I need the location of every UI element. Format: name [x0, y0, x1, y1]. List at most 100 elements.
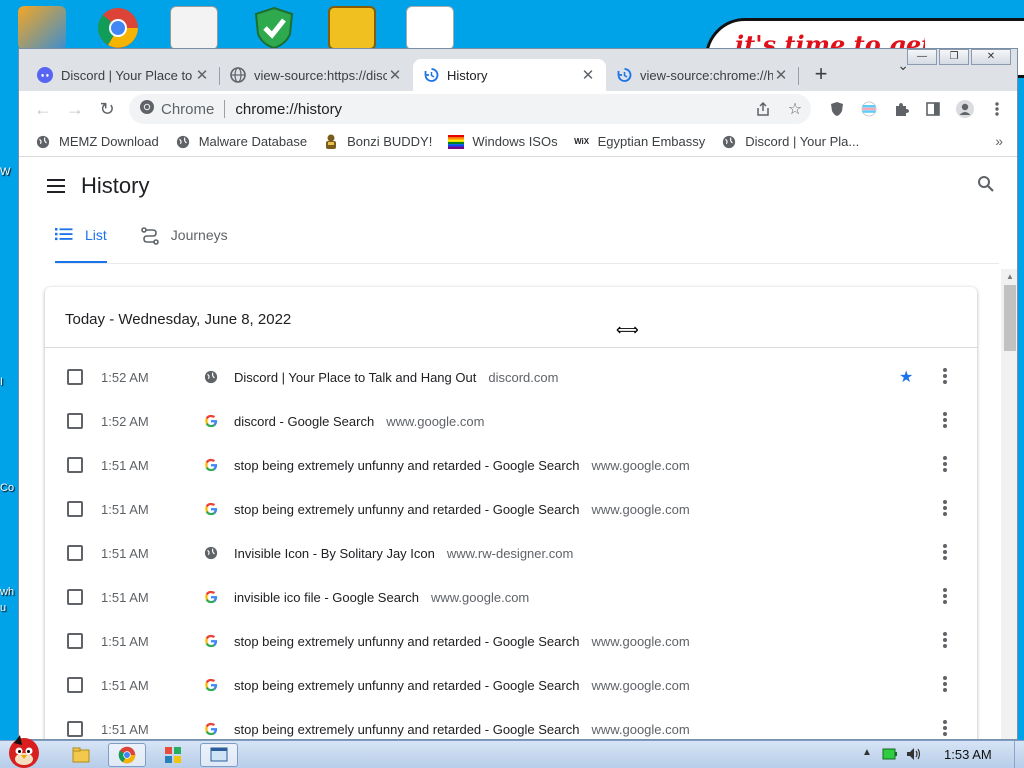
tab-close-icon[interactable]: ✕	[580, 66, 596, 84]
row-actions-menu-icon[interactable]	[943, 456, 947, 474]
bookmark-egyptian-embassy[interactable]: WiX Egyptian Embassy	[574, 134, 705, 150]
bookmarks-overflow-button[interactable]: »	[995, 133, 1003, 149]
history-entry-link[interactable]: stop being extremely unfunny and retarde…	[234, 458, 690, 473]
tray-expand-button[interactable]: ▲	[862, 747, 872, 758]
google-favicon-icon	[203, 457, 219, 473]
desktop-icon-folder[interactable]	[18, 6, 66, 50]
profile-avatar-icon[interactable]	[949, 93, 981, 125]
bookmark-star-icon[interactable]: ☆	[779, 99, 811, 119]
desktop-icon-shield[interactable]	[250, 6, 298, 50]
bookmark-memz-download[interactable]: MEMZ Download	[35, 134, 159, 150]
extensions-puzzle-icon[interactable]	[885, 93, 917, 125]
chrome-menu-icon[interactable]	[981, 93, 1013, 125]
history-row[interactable]: 1:51 AM stop being extremely unfunny and …	[45, 619, 977, 663]
flag-extension-icon[interactable]	[853, 93, 885, 125]
history-row[interactable]: 1:51 AM stop being extremely unfunny and …	[45, 707, 977, 739]
tab-discord[interactable]: Discord | Your Place to Talk and Hang Ou…	[27, 59, 220, 91]
bookmark-malware-database[interactable]: Malware Database	[175, 134, 307, 150]
volume-icon[interactable]	[906, 747, 922, 761]
tab-title: view-source:chrome://history	[640, 67, 773, 83]
history-entry-link[interactable]: Invisible Icon - By Solitary Jay Icon www…	[234, 546, 573, 561]
taskbar-explorer-icon[interactable]	[62, 743, 100, 767]
entry-domain: www.google.com	[591, 457, 690, 473]
start-button[interactable]	[2, 733, 48, 768]
battery-icon[interactable]	[882, 747, 898, 761]
tab-close-icon[interactable]: ✕	[773, 66, 789, 84]
side-panel-icon[interactable]	[917, 93, 949, 125]
taskbar-window-icon[interactable]	[200, 743, 238, 767]
history-row[interactable]: 1:51 AM stop being extremely unfunny and …	[45, 487, 977, 531]
history-entry-link[interactable]: stop being extremely unfunny and retarde…	[234, 502, 690, 517]
desktop-icon-bad-piggies[interactable]	[328, 6, 376, 50]
row-checkbox[interactable]	[67, 721, 83, 737]
show-desktop-button[interactable]	[1014, 741, 1024, 768]
taskbar-clock[interactable]: 1:53 AM	[944, 747, 992, 762]
bookmarked-star-icon[interactable]: ★	[899, 367, 913, 387]
history-row[interactable]: 1:51 AM invisible ico file - Google Searc…	[45, 575, 977, 619]
history-entry-link[interactable]: discord - Google Search www.google.com	[234, 414, 484, 429]
history-row[interactable]: 1:51 AM stop being extremely unfunny and …	[45, 443, 977, 487]
desktop-icon-solitaire[interactable]	[170, 6, 218, 50]
discord-icon	[37, 67, 53, 83]
row-checkbox[interactable]	[67, 457, 83, 473]
tab-close-icon[interactable]: ✕	[194, 66, 210, 84]
menu-hamburger-icon[interactable]	[47, 179, 65, 197]
tab-view-source-discord[interactable]: view-source:https://discord.com ✕	[220, 59, 413, 91]
history-entry-link[interactable]: Discord | Your Place to Talk and Hang Ou…	[234, 370, 558, 385]
desktop-icon-chrome[interactable]	[94, 6, 142, 50]
row-actions-menu-icon[interactable]	[943, 676, 947, 694]
history-row[interactable]: 1:52 AM discord - Google Search www.google…	[45, 399, 977, 443]
row-checkbox[interactable]	[67, 501, 83, 517]
history-entry-link[interactable]: stop being extremely unfunny and retarde…	[234, 678, 690, 693]
row-actions-menu-icon[interactable]	[943, 544, 947, 562]
history-row[interactable]: 1:51 AM Invisible Icon - By Solitary Jay …	[45, 531, 977, 575]
ublock-shield-icon[interactable]	[821, 93, 853, 125]
address-bar[interactable]: Chrome chrome://history ☆	[129, 94, 811, 124]
globe-icon	[203, 545, 219, 561]
row-checkbox[interactable]	[67, 545, 83, 561]
row-checkbox[interactable]	[67, 369, 83, 385]
row-checkbox[interactable]	[67, 589, 83, 605]
history-row[interactable]: 1:51 AM stop being extremely unfunny and …	[45, 663, 977, 707]
row-actions-menu-icon[interactable]	[943, 412, 947, 430]
bookmark-label: Malware Database	[198, 134, 308, 149]
desktop-icon-document[interactable]	[406, 6, 454, 50]
tab-close-icon[interactable]: ✕	[387, 66, 403, 84]
history-entry-link[interactable]: stop being extremely unfunny and retarde…	[234, 634, 690, 649]
bookmark-bonzi-buddy[interactable]: Bonzi BUDDY!	[323, 134, 432, 150]
browser-toolbar: ← → ↻ Chrome chrome://history ☆	[19, 91, 1017, 127]
tab-list[interactable]: List	[55, 221, 107, 263]
row-actions-menu-icon[interactable]	[943, 588, 947, 606]
google-favicon-icon	[203, 633, 219, 649]
tab-view-source-history[interactable]: view-source:chrome://history ✕	[606, 59, 799, 91]
row-checkbox[interactable]	[67, 413, 83, 429]
url-text[interactable]: chrome://history	[235, 101, 747, 118]
taskbar-chrome-icon[interactable]	[108, 743, 146, 767]
tab-journeys[interactable]: Journeys	[140, 221, 228, 263]
bookmark-windows-isos[interactable]: Windows ISOs	[448, 134, 558, 150]
forward-button[interactable]: →	[59, 93, 91, 125]
reload-button[interactable]: ↻	[91, 93, 123, 125]
tab-history[interactable]: History ✕	[413, 59, 606, 91]
tab-search-button[interactable]: ⌄	[897, 57, 909, 74]
new-tab-button[interactable]: +	[803, 59, 839, 91]
row-actions-menu-icon[interactable]	[943, 368, 947, 386]
row-checkbox[interactable]	[67, 677, 83, 693]
history-entry-link[interactable]: stop being extremely unfunny and retarde…	[234, 722, 690, 737]
search-icon[interactable]	[977, 175, 995, 198]
row-checkbox[interactable]	[67, 633, 83, 649]
row-actions-menu-icon[interactable]	[943, 500, 947, 518]
row-actions-menu-icon[interactable]	[943, 720, 947, 738]
history-entry-link[interactable]: invisible ico file - Google Search www.go…	[234, 590, 529, 605]
bookmark-discord[interactable]: Discord | Your Pla...	[721, 134, 859, 150]
taskbar-paint-icon[interactable]	[154, 743, 192, 767]
back-button[interactable]: ←	[27, 93, 59, 125]
history-row[interactable]: 1:52 AM Discord | Your Place to Talk and …	[45, 355, 977, 399]
scroll-thumb[interactable]	[1004, 285, 1016, 351]
chrome-window: — ❐ ✕ Discord | Your Place to Talk and H…	[18, 48, 1018, 740]
share-icon[interactable]	[747, 101, 779, 117]
globe-icon	[175, 134, 191, 150]
row-actions-menu-icon[interactable]	[943, 632, 947, 650]
scroll-up-arrow[interactable]: ▲	[1001, 269, 1017, 285]
page-scrollbar[interactable]: ▲	[1001, 269, 1017, 739]
